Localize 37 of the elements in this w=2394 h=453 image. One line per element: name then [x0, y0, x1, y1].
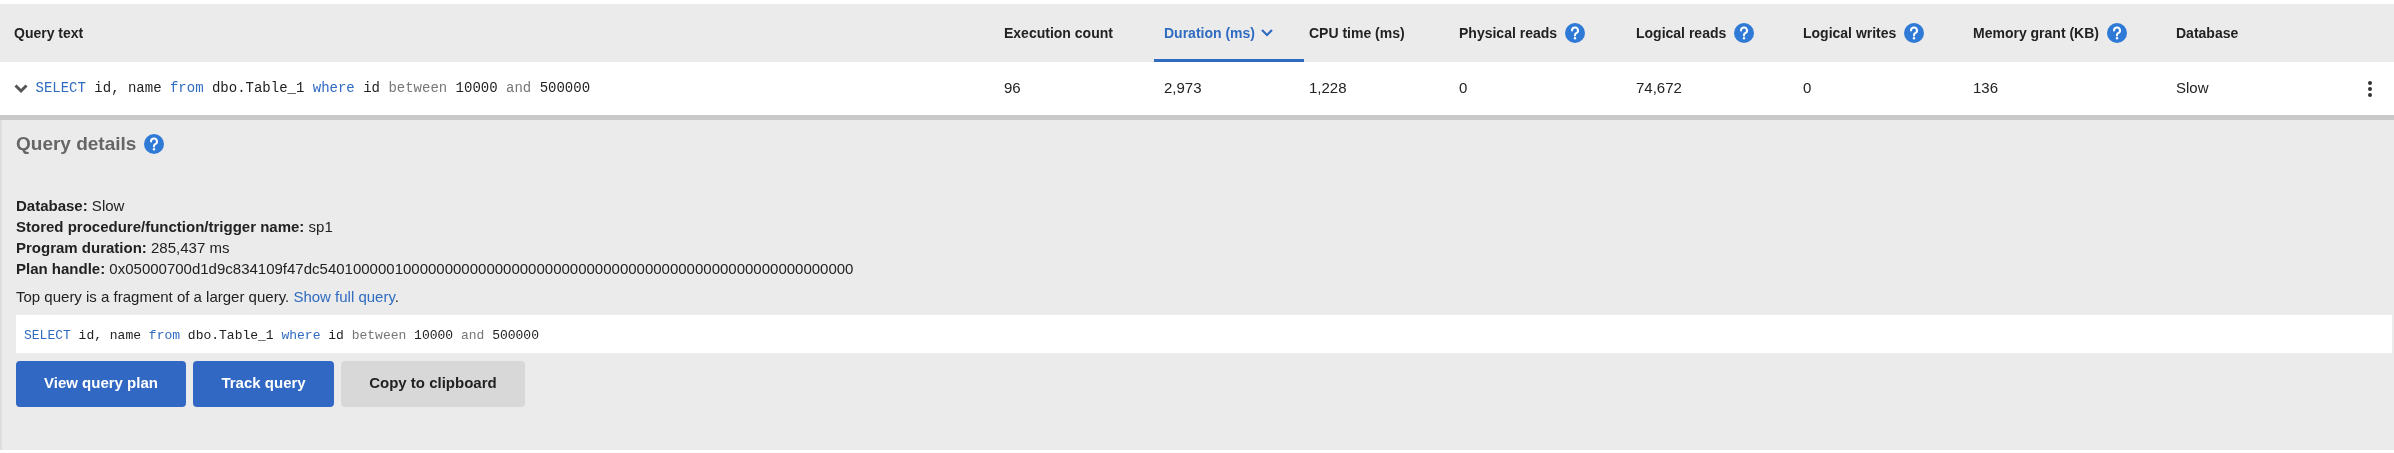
chevron-down-icon: [1261, 29, 1273, 37]
table-cell-text: 2,973: [1164, 78, 1203, 99]
action-button[interactable]: View query plan: [16, 360, 186, 407]
table-cell-text: 96: [1004, 78, 1022, 99]
column-header[interactable]: Query text: [14, 22, 84, 44]
table-cell-text: 0: [1803, 78, 1813, 99]
chevron-down-icon[interactable]: [14, 83, 28, 94]
column-header[interactable]: Duration (ms): [1154, 4, 1304, 62]
help-icon[interactable]: [1903, 23, 1924, 43]
table-cell-text: 1,228: [1309, 78, 1348, 99]
more-options-icon[interactable]: [2367, 80, 2372, 97]
column-header[interactable]: CPU time (ms): [1309, 22, 1405, 44]
table-cell-text: 74,672: [1636, 78, 1683, 99]
detail-line: Program duration: 285,437 ms: [16, 237, 231, 258]
help-icon[interactable]: [143, 134, 164, 155]
note-text: Top query is a fragment of a larger query. Show full query.: [16, 287, 400, 307]
column-header[interactable]: Physical reads: [1459, 22, 1585, 44]
help-icon[interactable]: [1564, 23, 1585, 43]
table-cell-text: 0: [1459, 78, 1469, 99]
action-button[interactable]: Copy to clipboard: [341, 360, 525, 407]
help-icon[interactable]: [2106, 23, 2127, 43]
column-header[interactable]: Logical writes: [1803, 22, 1924, 44]
column-header[interactable]: Memory grant (KB): [1973, 22, 2127, 44]
detail-line: Plan handle: 0x05000700d1d9c834109f47dc5401000001000000000000000000000000000000000000000000000000000000: [16, 258, 855, 279]
query-text: SELECT id, name from dbo.Table_1 where id between 10000 and 500000: [35, 79, 591, 98]
code-box: SELECT id, name from dbo.Table_1 where id between 10000 and 500000: [16, 314, 2392, 353]
detail-line: Database: Slow: [16, 195, 126, 216]
show-full-query-link[interactable]: Show full query: [293, 288, 395, 305]
table-cell-text: 136: [1973, 78, 2000, 99]
help-icon[interactable]: [1733, 23, 1754, 43]
action-button[interactable]: Track query: [193, 360, 334, 407]
column-header[interactable]: Database: [2176, 22, 2239, 44]
section-title: Query details: [16, 132, 137, 156]
column-header[interactable]: Execution count: [1004, 22, 1113, 44]
detail-line: Stored procedure/function/trigger name: sp1: [16, 216, 334, 237]
column-header[interactable]: Logical reads: [1636, 22, 1754, 44]
table-cell-text: Slow: [2176, 78, 2210, 99]
